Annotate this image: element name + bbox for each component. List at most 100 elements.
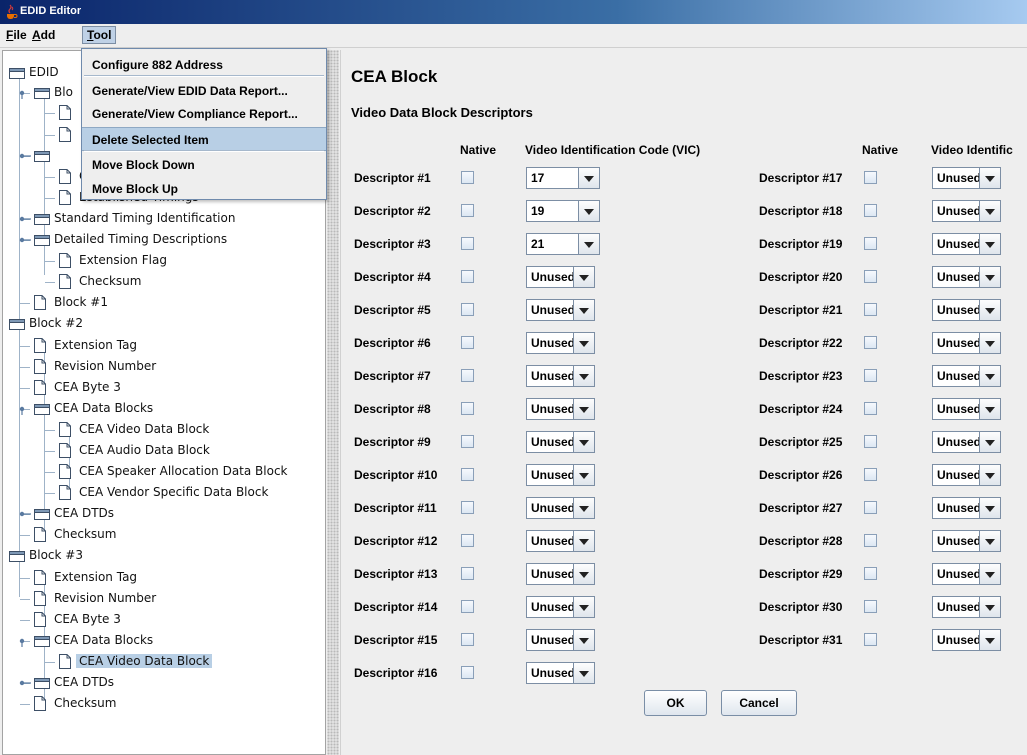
tree-node-cea-data-blocks[interactable]: CEA Data Blocks xyxy=(19,631,323,651)
collapsed-toggle-icon[interactable] xyxy=(18,213,32,225)
chevron-down-icon[interactable] xyxy=(979,564,1000,584)
chevron-down-icon[interactable] xyxy=(573,432,594,452)
vic-dropdown[interactable]: Unused xyxy=(526,398,595,420)
tree-node-cea-speaker-allocation-data-block[interactable]: CEA Speaker Allocation Data Block xyxy=(45,462,323,482)
menu-add[interactable]: Add xyxy=(28,27,59,45)
native-checkbox[interactable] xyxy=(461,534,474,547)
vic-dropdown[interactable]: Unused xyxy=(932,332,1001,354)
native-checkbox[interactable] xyxy=(864,204,877,217)
vic-dropdown[interactable]: Unused xyxy=(932,365,1001,387)
vic-dropdown[interactable]: Unused xyxy=(932,299,1001,321)
vic-dropdown[interactable]: Unused xyxy=(526,629,595,651)
collapsed-toggle-icon[interactable] xyxy=(18,150,32,162)
vic-dropdown[interactable]: Unused xyxy=(932,398,1001,420)
native-checkbox[interactable] xyxy=(461,369,474,382)
chevron-down-icon[interactable] xyxy=(979,498,1000,518)
native-checkbox[interactable] xyxy=(461,567,474,580)
chevron-down-icon[interactable] xyxy=(578,201,599,221)
tree-node-checksum[interactable]: Checksum xyxy=(20,694,323,714)
vic-dropdown[interactable]: Unused xyxy=(526,596,595,618)
native-checkbox[interactable] xyxy=(461,270,474,283)
chevron-down-icon[interactable] xyxy=(573,399,594,419)
tree-node-cea-byte-3[interactable]: CEA Byte 3 xyxy=(20,378,323,398)
native-checkbox[interactable] xyxy=(461,468,474,481)
native-checkbox[interactable] xyxy=(461,633,474,646)
tree-node-checksum[interactable]: Checksum xyxy=(20,525,323,545)
native-checkbox[interactable] xyxy=(461,402,474,415)
vic-dropdown[interactable]: Unused xyxy=(526,497,595,519)
menu-file[interactable]: File xyxy=(2,27,31,45)
native-checkbox[interactable] xyxy=(864,435,877,448)
menu-item-generate-view-edid-data-report[interactable]: Generate/View EDID Data Report... xyxy=(82,79,326,103)
chevron-down-icon[interactable] xyxy=(573,498,594,518)
native-checkbox[interactable] xyxy=(864,534,877,547)
chevron-down-icon[interactable] xyxy=(573,267,594,287)
native-checkbox[interactable] xyxy=(864,237,877,250)
collapsed-toggle-icon[interactable] xyxy=(18,677,32,689)
menu-tool[interactable]: Tool xyxy=(82,26,117,44)
cancel-button[interactable]: Cancel xyxy=(721,690,797,716)
vic-dropdown[interactable]: Unused xyxy=(932,431,1001,453)
chevron-down-icon[interactable] xyxy=(573,333,594,353)
tree-node-cea-dtds[interactable]: CEA DTDs xyxy=(19,504,323,524)
split-pane-divider[interactable] xyxy=(327,50,339,755)
vic-dropdown[interactable]: Unused xyxy=(932,167,1001,189)
native-checkbox[interactable] xyxy=(461,666,474,679)
chevron-down-icon[interactable] xyxy=(979,432,1000,452)
vic-dropdown[interactable]: Unused xyxy=(526,530,595,552)
native-checkbox[interactable] xyxy=(864,303,877,316)
native-checkbox[interactable] xyxy=(461,501,474,514)
tree-node-extension-tag[interactable]: Extension Tag xyxy=(20,336,323,356)
tree-node-cea-video-data-block[interactable]: CEA Video Data Block xyxy=(45,420,323,440)
vic-dropdown[interactable]: Unused xyxy=(932,266,1001,288)
vic-dropdown[interactable]: Unused xyxy=(526,299,595,321)
native-checkbox[interactable] xyxy=(864,501,877,514)
chevron-down-icon[interactable] xyxy=(979,333,1000,353)
chevron-down-icon[interactable] xyxy=(979,399,1000,419)
ok-button[interactable]: OK xyxy=(644,690,707,716)
chevron-down-icon[interactable] xyxy=(979,201,1000,221)
chevron-down-icon[interactable] xyxy=(578,168,599,188)
vic-dropdown[interactable]: Unused xyxy=(526,332,595,354)
tree-node-block-3[interactable]: Block #3 xyxy=(7,546,323,566)
native-checkbox[interactable] xyxy=(461,600,474,613)
menu-item-move-block-up[interactable]: Move Block Up xyxy=(82,177,326,201)
vic-dropdown[interactable]: Unused xyxy=(526,464,595,486)
vic-dropdown[interactable]: Unused xyxy=(526,662,595,684)
chevron-down-icon[interactable] xyxy=(979,300,1000,320)
menu-item-configure-882-address[interactable]: Configure 882 Address xyxy=(82,53,326,77)
tree-node-extension-tag[interactable]: Extension Tag xyxy=(20,568,323,588)
chevron-down-icon[interactable] xyxy=(573,630,594,650)
native-checkbox[interactable] xyxy=(864,567,877,580)
tree-node-cea-dtds[interactable]: CEA DTDs xyxy=(19,673,323,693)
tree-node-cea-data-blocks[interactable]: CEA Data Blocks xyxy=(19,399,323,419)
expanded-toggle-icon[interactable] xyxy=(18,635,32,647)
vic-dropdown[interactable]: 19 xyxy=(526,200,600,222)
native-checkbox[interactable] xyxy=(864,468,877,481)
chevron-down-icon[interactable] xyxy=(979,597,1000,617)
expanded-toggle-icon[interactable] xyxy=(18,87,32,99)
chevron-down-icon[interactable] xyxy=(573,366,594,386)
tree-node-cea-vendor-specific-data-block[interactable]: CEA Vendor Specific Data Block xyxy=(45,483,323,503)
tree-node-cea-byte-3[interactable]: CEA Byte 3 xyxy=(20,610,323,630)
vic-dropdown[interactable]: Unused xyxy=(932,200,1001,222)
menu-item-move-block-down[interactable]: Move Block Down xyxy=(82,153,326,177)
tree-node-standard-timing-identification[interactable]: Standard Timing Identification xyxy=(19,209,323,229)
expanded-toggle-icon[interactable] xyxy=(0,550,7,562)
chevron-down-icon[interactable] xyxy=(979,465,1000,485)
native-checkbox[interactable] xyxy=(461,204,474,217)
tree-node-cea-video-data-block[interactable]: CEA Video Data Block xyxy=(45,652,323,672)
vic-dropdown[interactable]: Unused xyxy=(932,497,1001,519)
tree-node-block-2[interactable]: Block #2 xyxy=(7,314,323,334)
chevron-down-icon[interactable] xyxy=(979,366,1000,386)
expanded-toggle-icon[interactable] xyxy=(0,318,7,330)
menu-item-generate-view-compliance-report[interactable]: Generate/View Compliance Report... xyxy=(82,102,326,126)
tree-node-extension-flag[interactable]: Extension Flag xyxy=(45,251,323,271)
collapsed-toggle-icon[interactable] xyxy=(18,234,32,246)
vic-dropdown[interactable]: Unused xyxy=(932,596,1001,618)
vic-dropdown[interactable]: Unused xyxy=(932,530,1001,552)
native-checkbox[interactable] xyxy=(461,303,474,316)
vic-dropdown[interactable]: Unused xyxy=(526,365,595,387)
native-checkbox[interactable] xyxy=(864,369,877,382)
native-checkbox[interactable] xyxy=(461,336,474,349)
